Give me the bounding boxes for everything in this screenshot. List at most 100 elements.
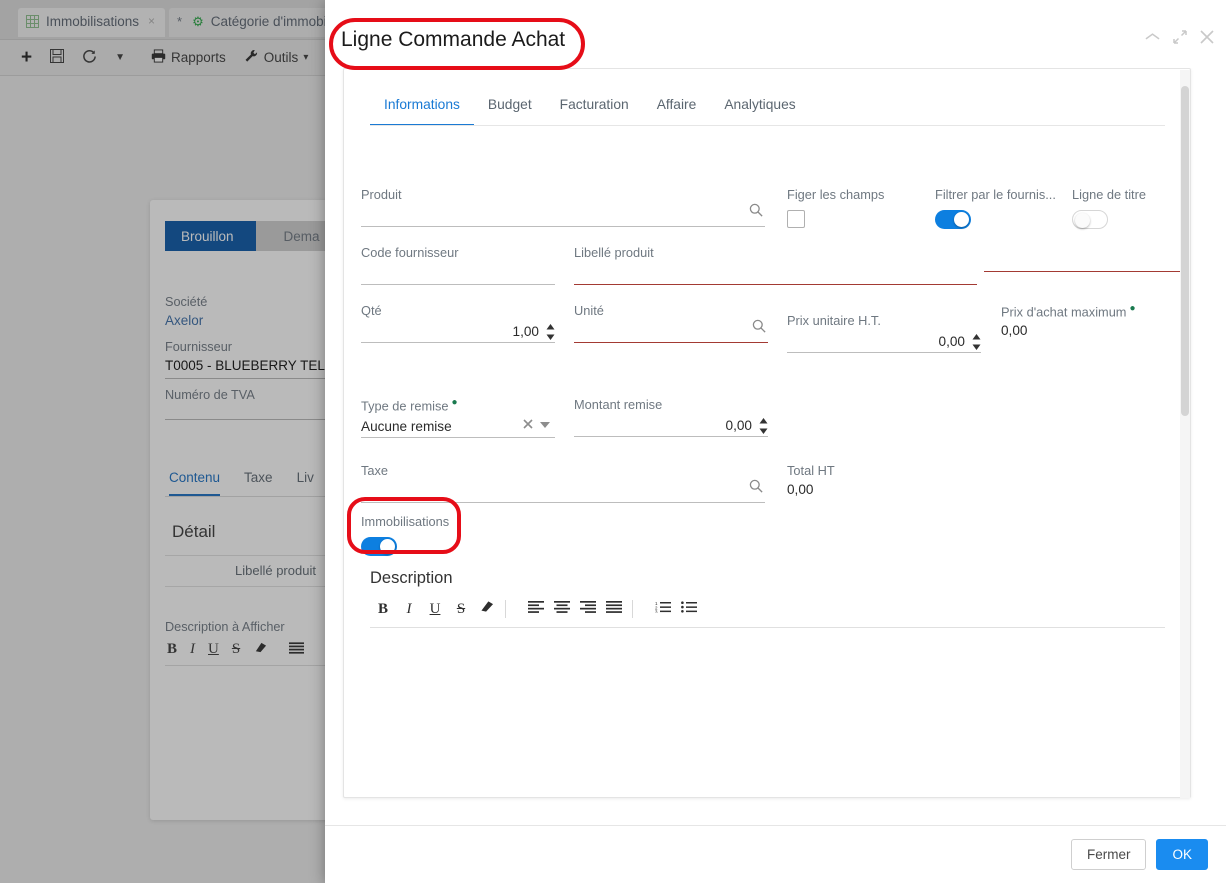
tab-affaire[interactable]: Affaire [643,97,711,126]
field-label: Immobilisations [361,514,450,529]
field-qte: Qté 1,00 [361,303,555,343]
panel-scrollbar[interactable] [1180,70,1190,798]
toggle-knob [954,212,969,227]
field-total-ht: Total HT 0,00 [787,463,977,497]
prix-unitaire-ht-input[interactable]: 0,00 [787,328,981,353]
dialog-header: Ligne Commande Achat [325,0,1226,68]
libelle-produit-input[interactable] [574,260,977,285]
field-label: Code fournisseur [361,245,459,260]
info-icon[interactable]: ● [1129,303,1135,314]
eraser-icon[interactable] [474,600,500,618]
immobilisations-toggle[interactable] [361,537,397,556]
fermer-button[interactable]: Fermer [1070,839,1147,870]
align-right-icon[interactable] [575,600,601,618]
toolbar-separator [505,600,518,618]
tab-analytiques[interactable]: Analytiques [710,97,809,126]
field-taxe: Taxe [361,463,765,503]
unordered-list-icon[interactable] [676,600,702,618]
field-label: Prix unitaire H.T. [787,313,881,328]
field-label: Taxe [361,463,389,478]
field-produit: Produit [361,187,765,227]
field-label: Type de remise ● [361,397,555,413]
toolbar-separator [632,600,645,618]
description-textarea[interactable] [370,628,1165,778]
strikethrough-icon[interactable]: S [448,601,474,618]
figer-les-champs-checkbox[interactable] [787,210,805,228]
tab-budget[interactable]: Budget [474,97,546,126]
underline-icon[interactable]: U [422,601,448,618]
field-value: Aucune remise [361,419,452,435]
produit-input[interactable] [361,202,765,227]
field-unite: Unité [574,303,768,343]
field-label: Qté [361,303,382,318]
tabs-underline [370,125,1165,126]
field-label-text: Prix d'achat maximum [1001,304,1127,320]
field-label: Libellé produit [574,245,654,260]
field-value: 0,00 [725,418,752,433]
section-divider [984,271,1185,272]
search-icon[interactable] [749,479,763,498]
tab-label: Facturation [559,97,629,112]
tab-facturation[interactable]: Facturation [546,97,643,126]
tab-label: Budget [487,97,532,112]
tab-label: Affaire [656,97,697,112]
info-icon[interactable]: ● [452,397,458,408]
description-title: Description [370,569,453,587]
field-label: Filtrer par le fournis... [935,187,1056,202]
field-prix-unitaire-ht: Prix unitaire H.T. 0,00 [787,313,981,353]
code-fournisseur-input[interactable] [361,260,555,285]
close-icon[interactable] [1200,30,1214,44]
ordered-list-icon[interactable]: 123 [650,601,676,618]
field-value: 0,00 [1001,323,1028,339]
field-prix-achat-maximum: Prix d'achat maximum ● 0,00 [1001,303,1191,338]
bold-icon[interactable]: B [370,601,396,618]
ligne-de-titre-toggle[interactable] [1072,210,1108,229]
maximize-icon[interactable] [1173,30,1187,44]
field-label: Ligne de titre [1072,187,1146,202]
qte-input[interactable]: 1,00 [361,318,555,343]
field-label: Total HT [787,463,835,478]
dialog-footer: Fermer OK [325,825,1226,883]
stepper-icon[interactable] [546,324,555,340]
clear-and-dropdown-icons[interactable] [523,418,551,433]
panel-scrollbar-thumb[interactable] [1181,86,1189,416]
field-value: 0,00 [938,334,965,349]
dialog-tabs: Informations Budget Facturation Affaire … [370,97,810,126]
dialog-title: Ligne Commande Achat [341,28,566,51]
informations-panel: Informations Budget Facturation Affaire … [343,68,1191,798]
field-label: Montant remise [574,397,663,412]
taxe-input[interactable] [361,478,765,503]
field-ligne-de-titre: Ligne de titre [1072,187,1182,229]
align-justify-icon[interactable] [601,600,627,618]
align-center-icon[interactable] [549,600,575,618]
stepper-icon[interactable] [759,418,768,434]
field-label: Prix d'achat maximum ● [1001,303,1191,319]
toggle-knob [380,539,395,554]
ok-button[interactable]: OK [1156,839,1208,870]
stepper-icon[interactable] [972,334,981,350]
field-label: Produit [361,187,402,202]
search-icon[interactable] [749,203,763,222]
field-label: Unité [574,303,604,318]
field-label-text: Type de remise [361,398,449,414]
dialog-window-controls [1145,30,1214,44]
field-value: 0,00 [787,482,814,497]
tab-informations[interactable]: Informations [370,97,474,126]
search-icon[interactable] [752,319,766,338]
tab-label: Analytiques [724,97,796,112]
italic-icon[interactable]: I [396,601,422,618]
align-left-icon[interactable] [523,600,549,618]
type-de-remise-select[interactable]: Aucune remise [361,413,555,439]
field-immobilisations: Immobilisations [361,514,501,556]
filtrer-par-fournisseur-toggle[interactable] [935,210,971,229]
field-filtrer-par-fournisseur: Filtrer par le fournis... [935,187,1070,229]
collapse-icon[interactable] [1145,32,1160,42]
montant-remise-input[interactable]: 0,00 [574,412,768,437]
field-label: Figer les champs [787,187,885,202]
field-value: 1,00 [512,324,539,339]
field-code-fournisseur: Code fournisseur [361,245,555,285]
svg-text:3: 3 [655,609,658,613]
tab-label: Informations [384,97,460,112]
field-type-de-remise: Type de remise ● Aucune remise [361,397,555,439]
unite-input[interactable] [574,318,768,343]
